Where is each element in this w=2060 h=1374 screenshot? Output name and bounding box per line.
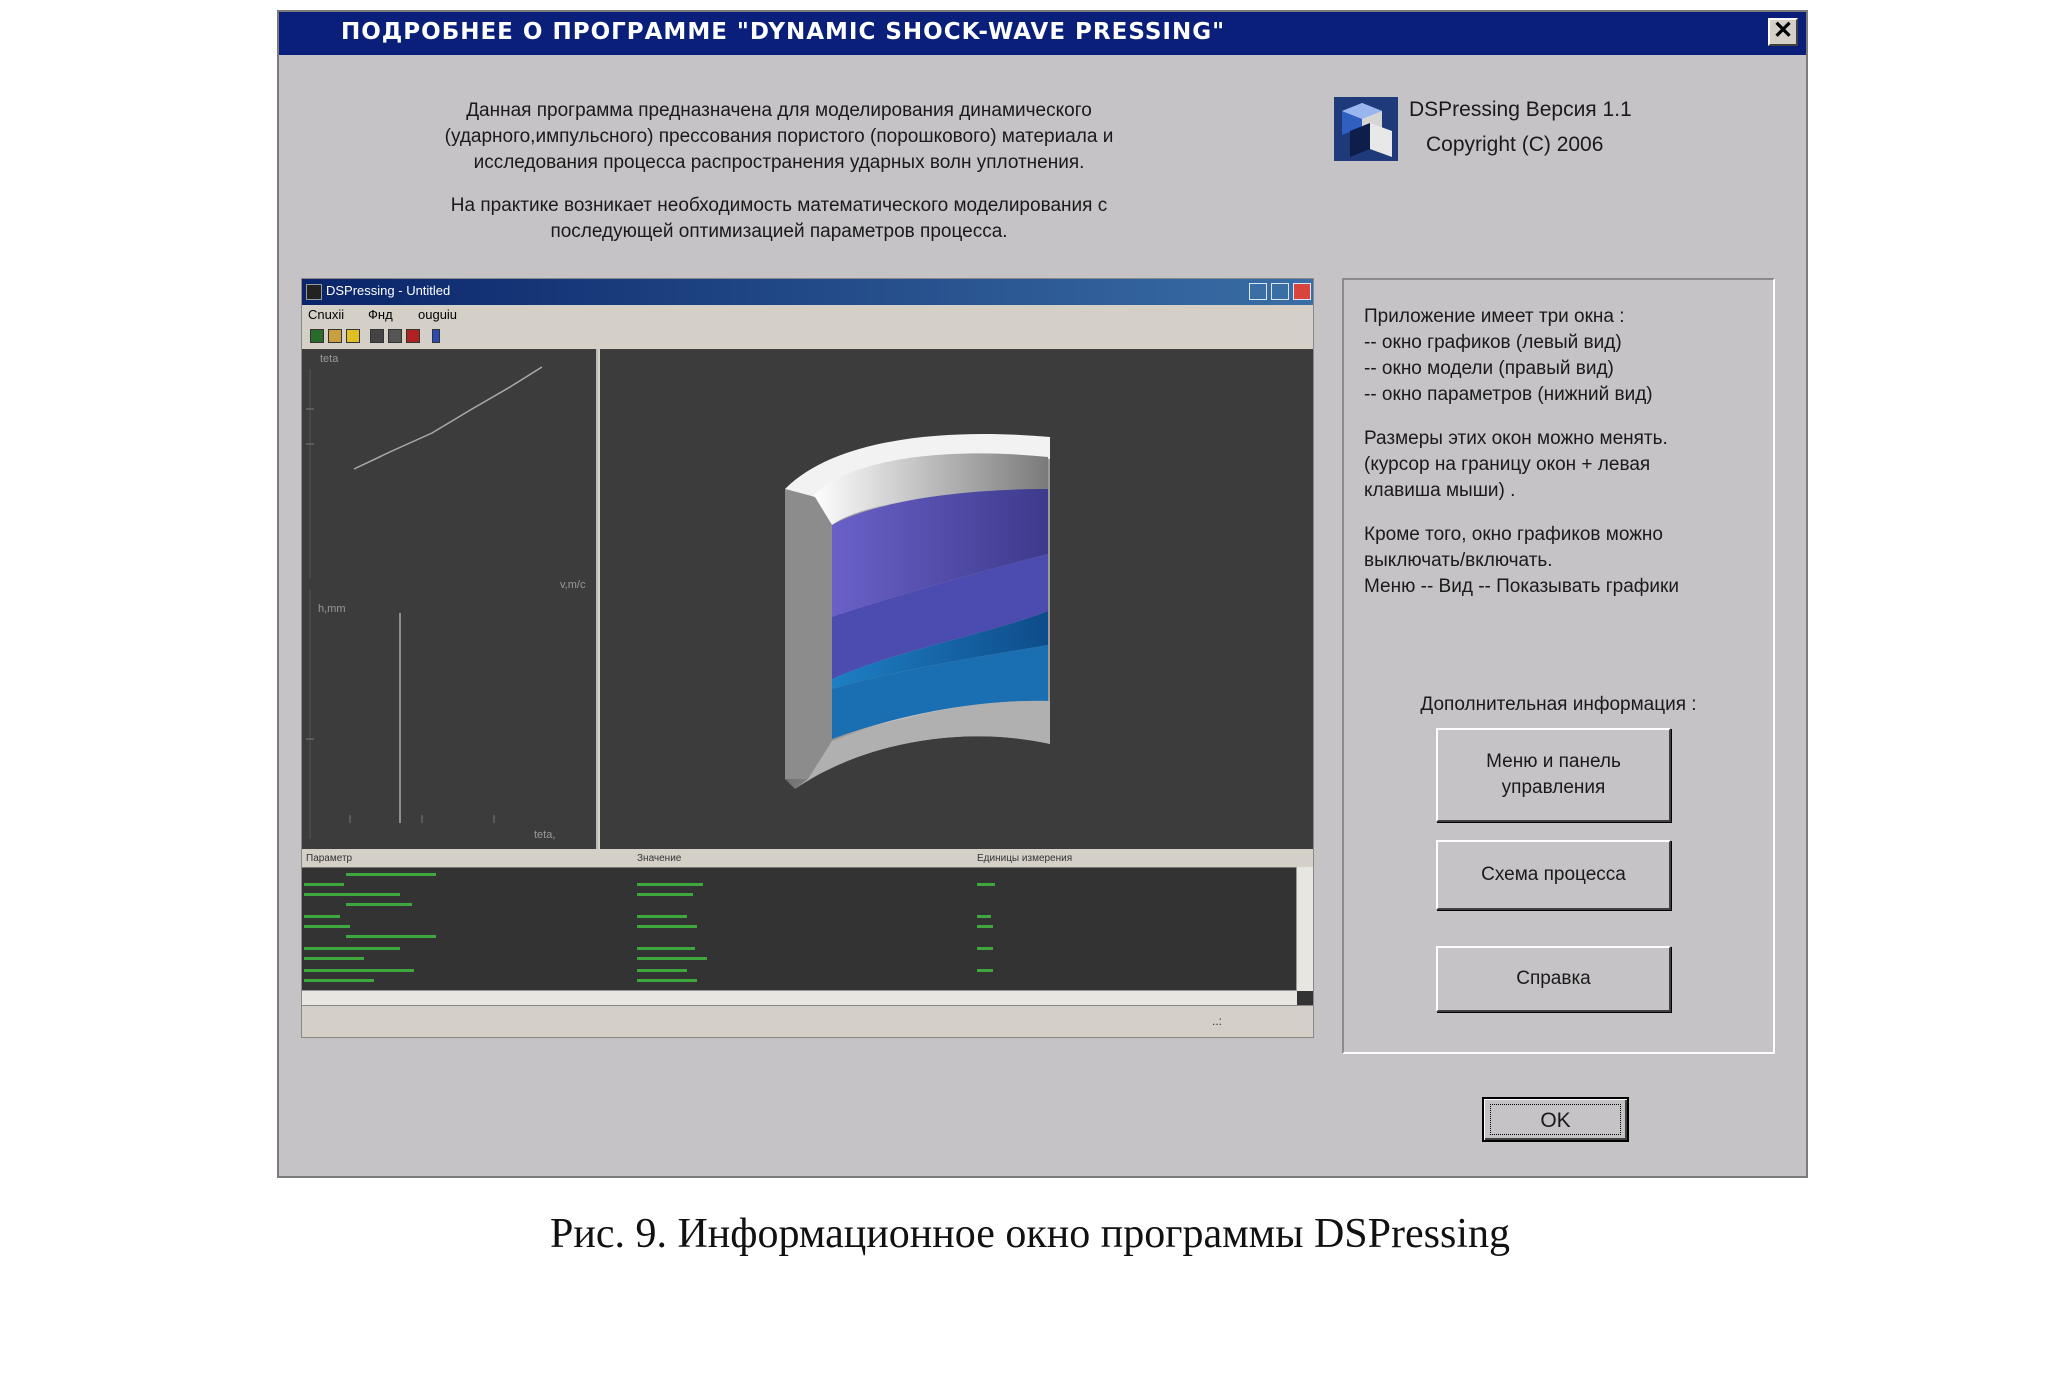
description-line: На практике возникает необходимость мате… bbox=[450, 195, 1108, 216]
menu-panel-button-label: управления bbox=[1501, 777, 1606, 798]
title-bar: ПОДРОБНЕЕ О ПРОГРАММЕ "DYNAMIC SHOCK-WAV… bbox=[279, 12, 1806, 55]
toolbar-icon bbox=[388, 329, 402, 343]
info-line: клавиша мыши) . bbox=[1364, 480, 1516, 501]
menu-panel-button[interactable]: Меню и панель управления bbox=[1436, 728, 1671, 822]
table-row bbox=[304, 915, 340, 918]
vertical-scrollbar bbox=[1296, 867, 1313, 991]
table-row bbox=[346, 873, 436, 876]
table-row bbox=[304, 957, 364, 960]
additional-info-label: Дополнительная информация : bbox=[1420, 694, 1697, 715]
menu-item: ouguiu bbox=[418, 307, 458, 322]
table-row bbox=[304, 947, 400, 950]
info-panel: Приложение имеет три окна : -- окно граф… bbox=[1342, 278, 1775, 1054]
minimize-icon bbox=[1249, 283, 1267, 300]
close-icon bbox=[1293, 283, 1311, 300]
ok-button-label: OK bbox=[1490, 1104, 1621, 1135]
menu-item: Cnuxii bbox=[308, 307, 345, 322]
table-row bbox=[346, 935, 436, 938]
info-line: -- окно модели (правый вид) bbox=[1364, 358, 1614, 379]
toolbar-icon bbox=[346, 329, 360, 343]
info-line: -- окно графиков (левый вид) bbox=[1364, 332, 1622, 353]
table-row bbox=[977, 915, 991, 918]
info-line: Кроме того, окно графиков можно bbox=[1364, 524, 1663, 545]
cylinder-model bbox=[785, 433, 1050, 789]
toolbar-icon bbox=[370, 329, 384, 343]
table-row bbox=[637, 979, 697, 982]
table-row bbox=[304, 979, 374, 982]
info-line: -- окно параметров (нижний вид) bbox=[1364, 384, 1653, 405]
column-header: Параметр bbox=[306, 853, 353, 864]
ok-button[interactable]: OK bbox=[1482, 1097, 1629, 1142]
column-header: Единицы измерения bbox=[977, 853, 1073, 864]
menu-panel-button-label: Меню и панель bbox=[1486, 751, 1621, 772]
parameters-table: Параметр Значение Единицы измерения bbox=[302, 853, 1313, 1005]
table-row bbox=[304, 969, 414, 972]
copyright-text: Copyright (C) 2006 bbox=[1426, 133, 1604, 156]
app-icon bbox=[306, 284, 322, 300]
table-row bbox=[304, 883, 344, 886]
description-line: (ударного,импульсного) прессования порис… bbox=[444, 126, 1114, 147]
description-line: Данная программа предназначена для модел… bbox=[466, 100, 1092, 121]
table-row bbox=[977, 947, 993, 950]
app-screenshot: DSPressing - Untitled Cnuxii Фнд ouguiu … bbox=[301, 278, 1314, 1038]
description-line: последующей оптимизацией параметров проц… bbox=[550, 221, 1008, 242]
table-row bbox=[637, 947, 695, 950]
help-button[interactable]: Справка bbox=[1436, 946, 1671, 1012]
table-row bbox=[637, 883, 703, 886]
model-pane bbox=[600, 349, 1313, 849]
menu-item: Фнд bbox=[368, 307, 393, 322]
screenshot-status-bar: ..: bbox=[302, 1005, 1313, 1037]
table-row bbox=[637, 957, 707, 960]
version-text: DSPressing Версия 1.1 bbox=[1409, 98, 1632, 121]
table-row bbox=[977, 883, 995, 886]
table-row bbox=[637, 925, 697, 928]
description-line: исследования процесса распространения уд… bbox=[473, 152, 1085, 173]
graph-pane: teta v,m/c h,mm teta, bbox=[302, 349, 598, 849]
dialog-title: ПОДРОБНЕЕ О ПРОГРАММЕ "DYNAMIC SHOCK-WAV… bbox=[341, 19, 1226, 45]
table-row bbox=[304, 925, 350, 928]
toolbar-icon bbox=[310, 329, 324, 343]
toolbar-icon bbox=[406, 329, 420, 343]
about-dialog: ПОДРОБНЕЕ О ПРОГРАММЕ "DYNAMIC SHOCK-WAV… bbox=[277, 10, 1808, 1178]
figure-caption: Рис. 9. Информационное окно программы DS… bbox=[550, 1211, 1510, 1257]
table-row bbox=[346, 903, 412, 906]
info-line: (курсор на границу окон + левая bbox=[1364, 454, 1651, 475]
table-row bbox=[977, 969, 993, 972]
table-row bbox=[977, 925, 993, 928]
info-line: Приложение имеет три окна : bbox=[1364, 306, 1625, 327]
table-row bbox=[637, 915, 687, 918]
info-line: Размеры этих окон можно менять. bbox=[1364, 428, 1668, 449]
info-line: Меню -- Вид -- Показывать графики bbox=[1364, 576, 1679, 597]
process-scheme-button[interactable]: Схема процесса bbox=[1436, 840, 1671, 910]
status-text: ..: bbox=[1212, 1014, 1223, 1028]
table-row bbox=[637, 969, 687, 972]
toolbar-icon bbox=[432, 329, 440, 343]
screenshot-toolbar bbox=[302, 327, 1313, 347]
table-row bbox=[637, 893, 693, 896]
maximize-icon bbox=[1271, 283, 1289, 300]
table-row bbox=[304, 893, 400, 896]
graph-plot bbox=[306, 366, 543, 839]
close-button[interactable]: ✕ bbox=[1768, 18, 1798, 46]
table-header: Параметр Значение Единицы измерения bbox=[302, 853, 1313, 868]
toolbar-icon bbox=[328, 329, 342, 343]
screenshot-title-bar: DSPressing - Untitled bbox=[302, 279, 1313, 305]
app-logo-icon bbox=[1334, 97, 1398, 161]
horizontal-scrollbar bbox=[302, 990, 1297, 1005]
column-header: Значение bbox=[637, 853, 682, 864]
info-line: выключать/включать. bbox=[1364, 550, 1553, 571]
screenshot-title: DSPressing - Untitled bbox=[326, 283, 451, 298]
